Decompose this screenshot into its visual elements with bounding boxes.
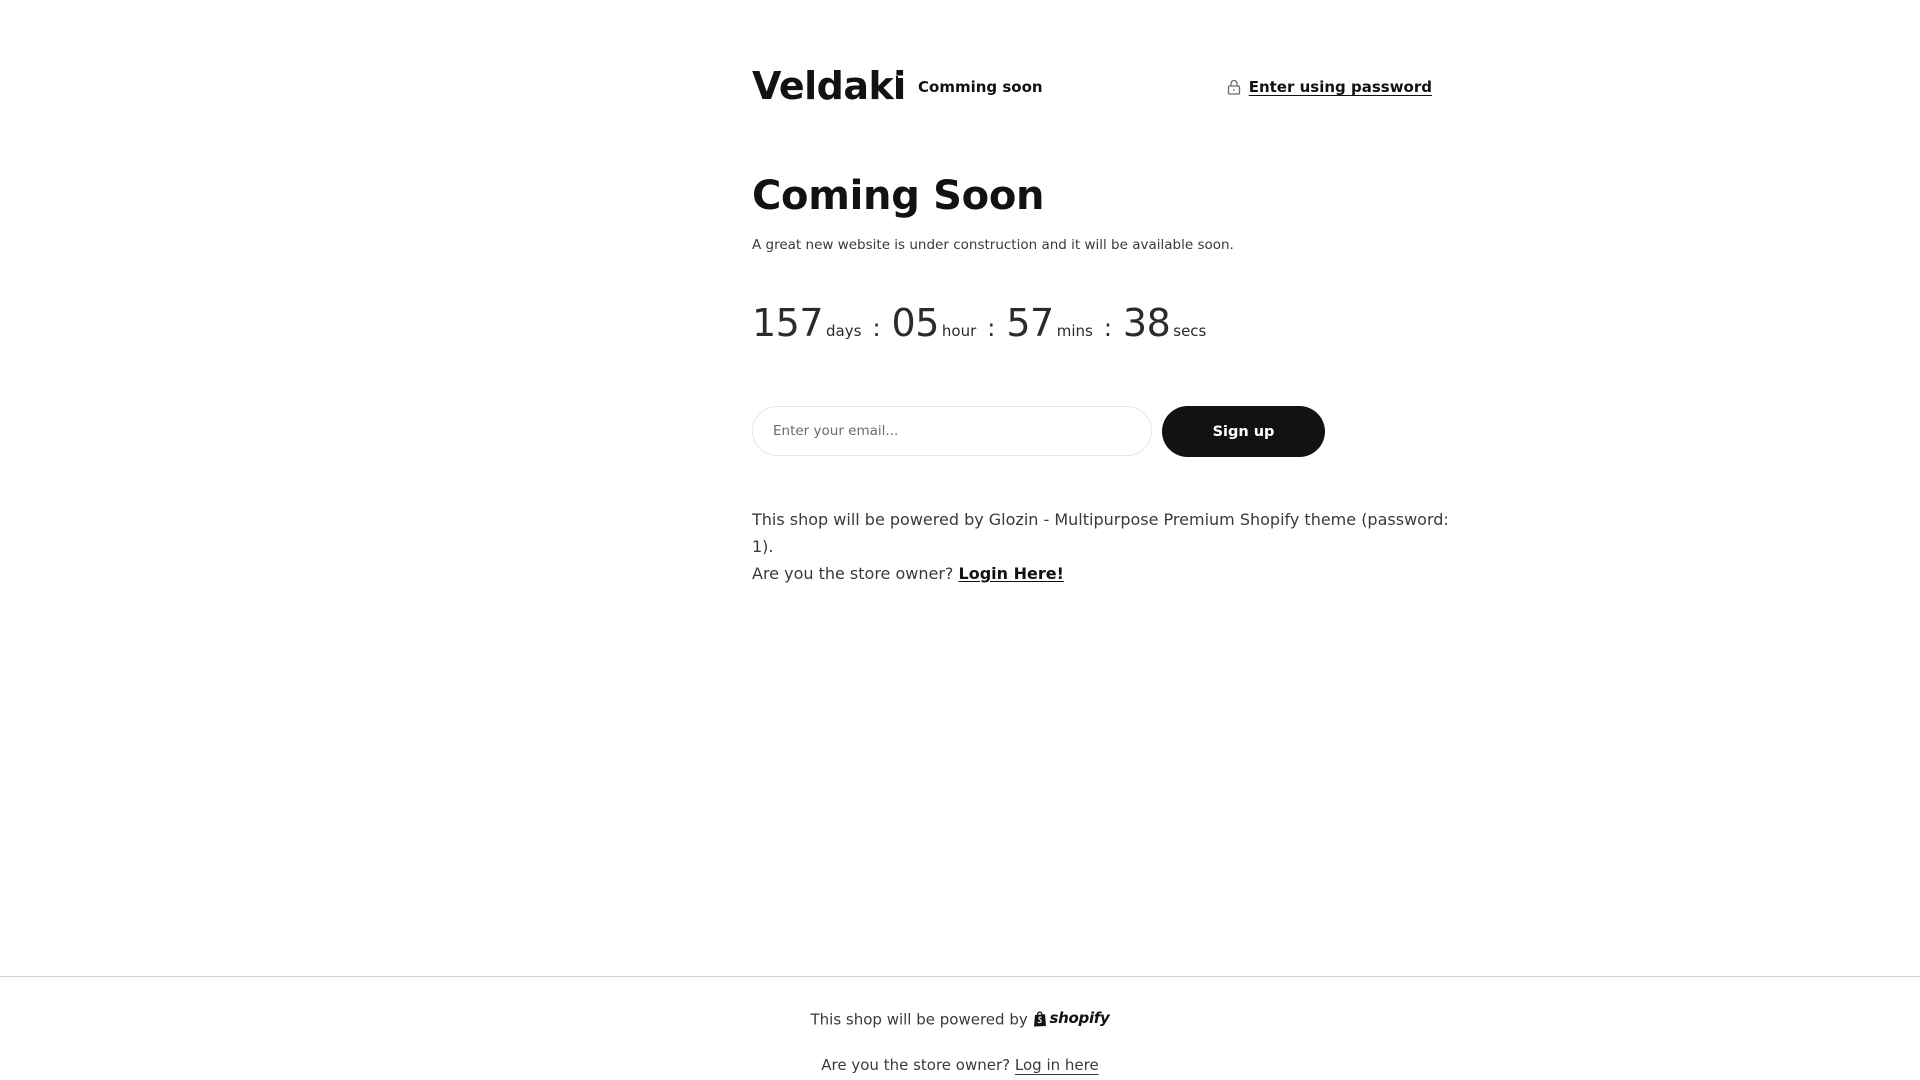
brand-logo[interactable]: Veldaki bbox=[752, 64, 906, 108]
shopify-logo-link[interactable]: shopify bbox=[1033, 1007, 1110, 1029]
theme-info: This shop will be powered by Glozin - Mu… bbox=[752, 506, 1452, 587]
powered-by-text: This shop will be powered by bbox=[810, 1010, 1028, 1029]
countdown-days-label: days bbox=[826, 322, 862, 340]
shopify-bag-icon bbox=[1033, 1011, 1046, 1026]
countdown-days-value: 157 bbox=[752, 301, 824, 345]
countdown-separator: : bbox=[1103, 314, 1112, 342]
sign-up-button[interactable]: Sign up bbox=[1162, 406, 1325, 457]
header-divider bbox=[896, 76, 898, 98]
email-input[interactable] bbox=[752, 406, 1152, 456]
enter-password-link[interactable]: Enter using password bbox=[1227, 77, 1432, 97]
newsletter-form: Sign up bbox=[752, 406, 1325, 457]
owner-prompt-line: Are you the store owner? Login Here! bbox=[752, 560, 1452, 587]
countdown-timer: 157 days : 05 hour : 57 mins : 38 secs bbox=[752, 296, 1206, 350]
site-header: Veldaki Comming soon Enter using passwor… bbox=[752, 58, 1432, 114]
countdown-secs-label: secs bbox=[1173, 322, 1207, 340]
countdown-mins-value: 57 bbox=[1006, 301, 1054, 345]
theme-info-line: This shop will be powered by Glozin - Mu… bbox=[752, 510, 1449, 556]
site-footer: This shop will be powered by shopify Are… bbox=[0, 977, 1920, 1080]
log-in-here-link[interactable]: Log in here bbox=[1015, 1056, 1099, 1074]
enter-password-label: Enter using password bbox=[1248, 78, 1432, 96]
page-subtitle: A great new website is under constructio… bbox=[752, 237, 1234, 253]
owner-prompt-text: Are you the store owner? bbox=[752, 564, 954, 583]
page-title: Coming Soon bbox=[752, 173, 1045, 219]
footer-owner-text: Are you the store owner? bbox=[821, 1056, 1011, 1074]
powered-by-line: This shop will be powered by shopify bbox=[0, 1007, 1920, 1031]
footer-owner-line: Are you the store owner? Log in here bbox=[0, 1054, 1920, 1076]
countdown-separator: : bbox=[872, 314, 881, 342]
password-page: Veldaki Comming soon Enter using passwor… bbox=[0, 0, 1920, 1080]
countdown-hours-value: 05 bbox=[891, 301, 940, 345]
shopify-wordmark: shopify bbox=[1049, 1009, 1110, 1027]
countdown-separator: : bbox=[987, 314, 996, 342]
lock-icon bbox=[1227, 79, 1240, 95]
header-tagline: Comming soon bbox=[918, 78, 1043, 96]
countdown-mins-label: mins bbox=[1056, 322, 1093, 340]
countdown-secs-value: 38 bbox=[1122, 301, 1171, 345]
countdown-hours-label: hour bbox=[941, 322, 977, 340]
login-here-link[interactable]: Login Here! bbox=[959, 564, 1064, 583]
